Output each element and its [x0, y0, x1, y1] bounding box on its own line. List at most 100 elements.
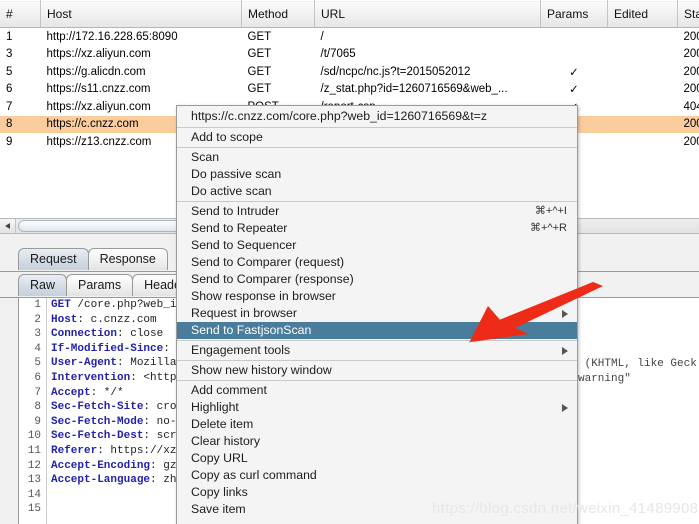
cell-params: ✓: [569, 66, 579, 79]
triangle-left-icon[interactable]: [0, 219, 16, 233]
cell-number: 9: [6, 135, 13, 148]
submenu-arrow-icon: [562, 403, 568, 412]
watermark-text: https://blog.csdn.net/weixin_41489908: [432, 500, 699, 517]
menu-item-label: Show response in browser: [191, 289, 336, 303]
cell-number: 5: [6, 65, 13, 78]
cell-url: /t/7065: [320, 48, 356, 61]
table-row[interactable]: 6 https://s11.cnzz.com GET/z_stat.php?id=1…: [0, 81, 699, 99]
menu-item-label: Clear history: [191, 434, 261, 448]
menu-item-label: Send to Intruder: [191, 204, 280, 218]
menu-item-add-to-scope[interactable]: Add to scope: [177, 129, 577, 146]
menu-item-send-to-comparer-request[interactable]: Send to Comparer (request): [177, 254, 577, 271]
view-tab-bar: Raw Params Headers: [18, 274, 204, 298]
column-header-status[interactable]: Status: [677, 0, 699, 28]
cell-edited: [607, 115, 678, 133]
menu-item-label: Save item: [191, 502, 246, 516]
menu-item-label: Add to scope: [191, 130, 263, 144]
menu-separator: [177, 201, 577, 202]
cell-method: GET: [247, 83, 272, 96]
column-header-url[interactable]: URL: [314, 0, 541, 28]
menu-item-label: Copy links: [191, 485, 248, 499]
menu-separator: [177, 127, 577, 128]
line-number: 7: [34, 386, 41, 399]
menu-item-send-to-intruder[interactable]: Send to Intruder ⌘+^+I: [177, 203, 577, 220]
table-header: # Host Method URL Params Edited Status L…: [0, 0, 699, 28]
request-text-overflow: (KHTML, like Geck warning": [578, 357, 697, 386]
menu-item-shortcut: ⌘+^+R: [530, 222, 567, 234]
cell-edited: [608, 63, 678, 81]
cell-url: /z_stat.php?id=1260716569&web_...: [320, 83, 508, 96]
menu-item-label: Add comment: [191, 383, 267, 397]
column-header-edited[interactable]: Edited: [607, 0, 678, 28]
cell-edited: [608, 133, 678, 151]
line-number: 6: [34, 371, 41, 384]
cell-number: 3: [6, 48, 13, 61]
menu-item-label: Do passive scan: [191, 167, 282, 181]
menu-item-label: Copy as curl command: [191, 468, 317, 482]
menu-item-label: Request in browser: [191, 306, 297, 320]
cell-host: https://s11.cnzz.com: [46, 83, 151, 96]
menu-item-delete-item[interactable]: Delete item: [177, 416, 577, 433]
cell-status: 200: [683, 48, 699, 61]
cell-status: 200: [683, 65, 699, 78]
tab-request[interactable]: Request: [18, 248, 89, 270]
menu-item-scan[interactable]: Scan: [177, 149, 577, 166]
cell-url: /: [320, 30, 324, 43]
line-number: 1: [34, 299, 41, 311]
tab-params[interactable]: Params: [66, 274, 134, 296]
line-number: 10: [27, 430, 41, 443]
context-menu-url-header: https://c.cnzz.com/core.php?web_id=12607…: [191, 109, 488, 123]
cell-status: 200: [683, 30, 699, 43]
line-number: 13: [27, 474, 41, 487]
menu-item-clear-history[interactable]: Clear history: [177, 433, 577, 450]
cell-params: [541, 46, 608, 64]
line-number: 4: [34, 342, 41, 355]
table-row[interactable]: 3https://xz.aliyun.comGET/t/706520011182: [0, 46, 699, 64]
line-number: 15: [27, 503, 41, 516]
menu-item-copy-links[interactable]: Copy links: [177, 484, 577, 501]
menu-separator: [177, 147, 577, 148]
column-header-number[interactable]: #: [0, 0, 41, 28]
cell-edited: [608, 28, 678, 46]
menu-item-show-new-history-window[interactable]: Show new history window: [177, 362, 577, 379]
cell-method: GET: [247, 30, 272, 43]
menu-item-label: Send to Repeater: [191, 221, 288, 235]
cell-number: 1: [6, 30, 13, 43]
cell-number: 6: [6, 83, 13, 96]
menu-item-add-comment[interactable]: Add comment: [177, 382, 577, 399]
column-header-params[interactable]: Params: [540, 0, 608, 28]
table-row[interactable]: 5 https://g.alicdn.com GET/sd/ncpc/nc.js?t…: [0, 63, 699, 81]
menu-item-send-to-repeater[interactable]: Send to Repeater ⌘+^+R: [177, 220, 577, 237]
line-number: 2: [34, 313, 41, 326]
menu-item-label: Send to FastjsonScan: [191, 323, 312, 337]
menu-item-label: Do active scan: [191, 184, 272, 198]
menu-item-copy-url[interactable]: Copy URL: [177, 450, 577, 467]
menu-item-label: Delete item: [191, 417, 254, 431]
cell-edited: [608, 81, 678, 99]
tab-raw[interactable]: Raw: [18, 274, 68, 296]
menu-item-label: Send to Comparer (request): [191, 255, 345, 269]
tab-response[interactable]: Response: [87, 248, 168, 270]
menu-separator: [177, 360, 577, 361]
line-number: 11: [27, 444, 41, 457]
table-row[interactable]: 1http://172.16.228.65:8090GET/200167: [0, 28, 699, 46]
cell-number: 7: [6, 100, 13, 113]
cell-edited: [608, 46, 678, 64]
menu-item-label: Scan: [191, 150, 220, 164]
line-number: 3: [34, 328, 41, 341]
menu-item-copy-as-curl-command[interactable]: Copy as curl command: [177, 467, 577, 484]
cell-status: 200: [683, 135, 699, 148]
menu-item-highlight[interactable]: Highlight: [177, 399, 577, 416]
cell-number: 8: [0, 115, 41, 133]
cell-host: https://g.alicdn.com: [46, 65, 146, 78]
request-overflow-line-2: warning": [578, 372, 631, 385]
menu-item-label: Send to Comparer (response): [191, 272, 354, 286]
column-header-method[interactable]: Method: [241, 0, 315, 28]
menu-item-do-passive-scan[interactable]: Do passive scan: [177, 166, 577, 183]
column-header-host[interactable]: Host: [40, 0, 242, 28]
menu-item-do-active-scan[interactable]: Do active scan: [177, 183, 577, 200]
line-number: 8: [34, 401, 41, 414]
message-tab-bar: Request Response: [18, 248, 168, 272]
menu-item-send-to-sequencer[interactable]: Send to Sequencer: [177, 237, 577, 254]
menu-item-label: Engagement tools: [191, 343, 291, 357]
